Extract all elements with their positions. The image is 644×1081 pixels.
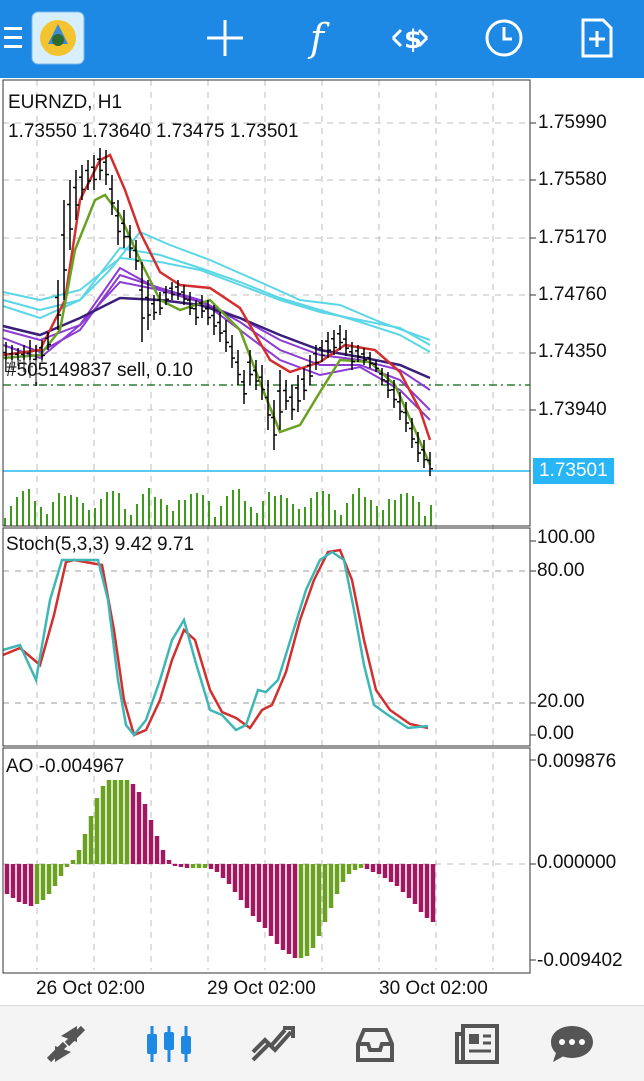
order-line-label[interactable]: #505149837 sell, 0.10 — [6, 360, 193, 382]
moving-average-line — [2, 256, 431, 346]
ao-tick: 0.009876 — [537, 751, 617, 772]
main-pane-frame — [2, 79, 531, 527]
price-tick: 1.75990 — [538, 112, 607, 133]
trade-icon[interactable]: $ — [380, 8, 440, 68]
news-icon[interactable] — [446, 1014, 510, 1074]
indicators-icon[interactable]: f — [287, 8, 347, 68]
stoch-tick: 20.00 — [537, 691, 585, 712]
crosshair-icon[interactable] — [195, 8, 255, 68]
stoch-tick: 0.00 — [537, 723, 574, 744]
chart-area[interactable]: EURNZD, H1 1.73550 1.73640 1.73475 1.735… — [0, 78, 644, 1005]
price-tick: 1.75580 — [538, 169, 607, 190]
ao-tick: -0.009402 — [537, 950, 623, 971]
svg-text:$: $ — [404, 25, 422, 55]
current-price-tag: 1.73501 — [533, 458, 614, 484]
symbol-label: EURNZD, H1 — [8, 92, 123, 113]
time-label: 30 Oct 02:00 — [379, 978, 488, 999]
ao-label: AO -0.004967 — [6, 756, 125, 777]
time-label: 26 Oct 02:00 — [36, 978, 145, 999]
history-clock-icon[interactable] — [474, 8, 534, 68]
quotes-icon[interactable] — [34, 1014, 98, 1074]
chart-icon[interactable] — [137, 1014, 201, 1074]
app-logo[interactable] — [28, 8, 88, 68]
price-tick: 1.74760 — [538, 284, 607, 305]
top-toolbar: f $ — [0, 0, 644, 78]
stoch-signal-line — [2, 548, 429, 737]
ao-pane-frame — [2, 747, 531, 974]
messages-icon[interactable] — [540, 1014, 604, 1074]
price-tick: 1.75170 — [538, 227, 607, 248]
trade-nav-icon[interactable] — [240, 1014, 304, 1074]
stoch-tick: 100.00 — [537, 527, 596, 548]
stoch-label: Stoch(5,3,3) 9.42 9.71 — [6, 534, 195, 555]
ohlc-values: 1.73550 1.73640 1.73475 1.73501 — [8, 121, 299, 142]
bottom-navigation — [0, 1005, 644, 1081]
new-document-icon[interactable] — [567, 8, 627, 68]
stoch-tick: 80.00 — [537, 560, 585, 581]
ao-tick: 0.000000 — [537, 852, 617, 873]
price-tick: 1.73940 — [538, 399, 607, 420]
price-tick: 1.74350 — [538, 341, 607, 362]
time-label: 29 Oct 02:00 — [207, 978, 316, 999]
history-icon[interactable] — [343, 1014, 407, 1074]
